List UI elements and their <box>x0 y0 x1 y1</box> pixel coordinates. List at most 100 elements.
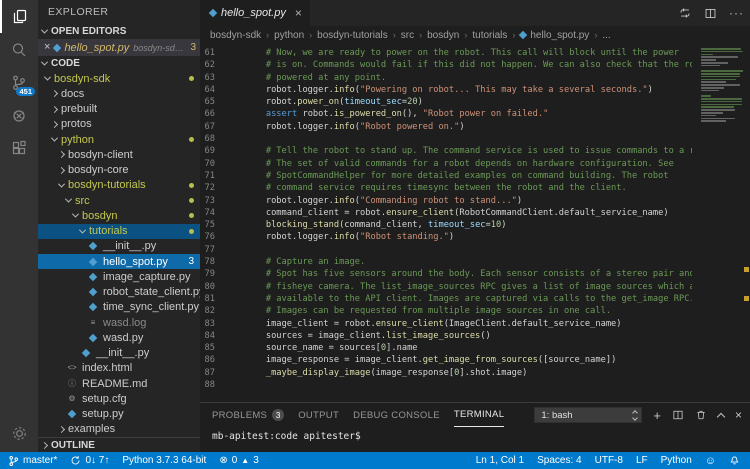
open-changes-icon[interactable] <box>678 6 692 20</box>
panel-tab-terminal[interactable]: TERMINAL <box>454 403 504 427</box>
minimap-line <box>701 48 741 50</box>
code-line: 69 # Tell the robot to stand up. The com… <box>200 145 750 157</box>
code-text: # SpotCommandHelper for more detailed ex… <box>224 170 692 182</box>
breadcrumb-item[interactable]: hello_spot.py <box>520 30 589 41</box>
code-line: 84 sources = image_client.list_image_sou… <box>200 330 750 342</box>
new-terminal-button[interactable]: + <box>653 409 661 422</box>
split-terminal-icon[interactable] <box>672 409 684 421</box>
problems-item[interactable]: ⊗ 0 ▲ 3 <box>219 455 258 466</box>
code-line: 80 # fisheye camera. The list_image_sour… <box>200 281 750 293</box>
encoding-item[interactable]: UTF-8 <box>595 455 623 466</box>
breadcrumb: bosdyn-sdk›python›bosdyn-tutorials›src›b… <box>200 26 750 44</box>
activity-debug[interactable] <box>0 99 38 132</box>
code-line: 70 # The set of valid commands for a rob… <box>200 158 750 170</box>
git-modified-dot <box>189 213 194 218</box>
tree-file-time-sync-client-py[interactable]: time_sync_client.py <box>38 300 200 315</box>
section-open-editors[interactable]: OPEN EDITORS <box>38 24 200 39</box>
manage-settings[interactable] <box>0 420 38 446</box>
tree-file-index-html[interactable]: <>index.html <box>38 361 200 376</box>
code-editor[interactable]: 61 # Now, we are ready to power on the r… <box>200 44 750 402</box>
activity-explorer[interactable] <box>0 0 38 33</box>
split-editor-icon[interactable] <box>704 7 717 20</box>
tree-folder-prebuilt[interactable]: prebuilt <box>38 102 200 117</box>
tree-folder-bosdyn-client[interactable]: bosdyn-client <box>38 147 200 162</box>
tree-file-setup-py[interactable]: setup.py <box>38 407 200 422</box>
close-icon[interactable]: × <box>44 42 50 53</box>
tree-file-setup-cfg[interactable]: ⚙setup.cfg <box>38 391 200 406</box>
code-text <box>224 244 692 256</box>
panel-tab-output[interactable]: OUTPUT <box>298 403 339 427</box>
tree-folder-tutorials[interactable]: tutorials <box>38 224 200 239</box>
line-number: 88 <box>200 379 224 391</box>
tree-folder-bosdyn-core[interactable]: bosdyn-core <box>38 163 200 178</box>
tree-file-wasd-py[interactable]: wasd.py <box>38 330 200 345</box>
tab-hello-spot[interactable]: hello_spot.py × <box>200 0 310 26</box>
activity-source-control[interactable]: 451 <box>0 66 38 99</box>
tree-folder-docs[interactable]: docs <box>38 86 200 101</box>
code-text: # powered at any point. <box>224 72 692 84</box>
tree-folder-bosdyn[interactable]: bosdyn <box>38 208 200 223</box>
tree-file-hello-spot-py[interactable]: hello_spot.py3 <box>38 254 200 269</box>
minimap-line <box>701 56 738 58</box>
close-panel-icon[interactable]: × <box>735 409 742 421</box>
python-interpreter-item[interactable]: Python 3.7.3 64-bit <box>122 455 206 466</box>
tree-file-readme-md[interactable]: ⓘREADME.md <box>38 376 200 391</box>
tree-file--init-py[interactable]: __init__.py <box>38 346 200 361</box>
line-number: 75 <box>200 219 224 231</box>
code-line: 63 # powered at any point. <box>200 72 750 84</box>
python-icon <box>87 289 99 295</box>
tree-item-label: robot_state_client.py <box>103 286 200 298</box>
open-editor-item[interactable]: × hello_spot.py bosdyn-sdk/p... 3 <box>38 39 200 56</box>
code-line: 71 # SpotCommandHelper for more detailed… <box>200 170 750 182</box>
notifications-bell-icon[interactable] <box>729 455 740 466</box>
breadcrumb-item[interactable]: bosdyn-sdk <box>210 30 261 41</box>
tree-folder-python[interactable]: python <box>38 132 200 147</box>
chevron-right-icon <box>58 426 65 433</box>
sync-changes-item[interactable]: 0↓ 7↑ <box>70 455 109 466</box>
tree-file--init-py[interactable]: __init__.py <box>38 239 200 254</box>
minimap-line <box>701 81 726 83</box>
terminal-output[interactable]: mb-apitest:code apitester$ <box>200 427 750 452</box>
tree-folder-src[interactable]: src <box>38 193 200 208</box>
breadcrumb-item[interactable]: bosdyn <box>427 30 459 41</box>
tab-close-icon[interactable]: × <box>295 6 302 20</box>
tree-item-label: README.md <box>82 378 147 390</box>
tree-folder-examples[interactable]: examples <box>38 422 200 437</box>
eol-item[interactable]: LF <box>636 455 648 466</box>
tree-folder-bosdyn-sdk[interactable]: bosdyn-sdk <box>38 71 200 86</box>
tree-folder-protos[interactable]: protos <box>38 117 200 132</box>
activity-search[interactable] <box>0 33 38 66</box>
breadcrumb-item[interactable]: tutorials <box>472 30 507 41</box>
tree-file-robot-state-client-py[interactable]: robot_state_client.py <box>38 285 200 300</box>
breadcrumb-item[interactable]: ... <box>602 30 610 41</box>
code-line: 79 # Spot has five sensors around the bo… <box>200 268 750 280</box>
code-text: robot.logger.info("Robot powered on.") <box>224 121 692 133</box>
breadcrumb-item[interactable]: bosdyn-tutorials <box>317 30 388 41</box>
terminal-shell-select[interactable]: 1: bash <box>534 407 642 423</box>
tree-file-image-capture-py[interactable]: image_capture.py <box>38 269 200 284</box>
indentation-item[interactable]: Spaces: 4 <box>537 455 581 466</box>
files-icon <box>10 7 30 27</box>
breadcrumb-item[interactable]: python <box>274 30 304 41</box>
warning-mark <box>744 267 749 272</box>
section-outline[interactable]: OUTLINE <box>38 438 200 452</box>
kill-terminal-icon[interactable] <box>695 409 707 421</box>
cursor-position-item[interactable]: Ln 1, Col 1 <box>476 455 524 466</box>
panel-tab-debug-console[interactable]: DEBUG CONSOLE <box>353 403 440 427</box>
tree-folder-bosdyn-tutorials[interactable]: bosdyn-tutorials <box>38 178 200 193</box>
language-mode-item[interactable]: Python <box>661 455 692 466</box>
minimap[interactable] <box>697 48 742 126</box>
line-number: 67 <box>200 121 224 133</box>
tree-item-label: bosdyn-core <box>68 164 129 176</box>
git-branch-item[interactable]: master* <box>8 455 57 467</box>
minimap-line <box>701 90 719 92</box>
terminal-prompt: mb-apitest:code apitester$ <box>212 431 361 442</box>
panel-tab-problems[interactable]: PROBLEMS3 <box>212 403 284 427</box>
more-actions-icon[interactable]: ··· <box>729 7 744 19</box>
tree-file-wasd-log[interactable]: ≡wasd.log <box>38 315 200 330</box>
feedback-smiley-icon[interactable]: ☺ <box>705 455 716 467</box>
breadcrumb-item[interactable]: src <box>401 30 414 41</box>
activity-extensions[interactable] <box>0 132 38 165</box>
maximize-panel-icon[interactable] <box>717 412 725 420</box>
section-code[interactable]: CODE <box>38 56 200 71</box>
